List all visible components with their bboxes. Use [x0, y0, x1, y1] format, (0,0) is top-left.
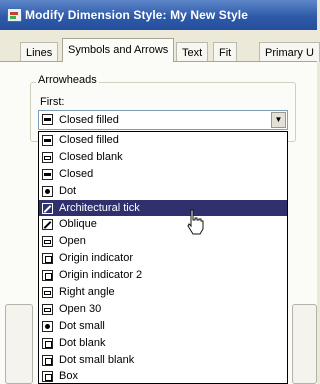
list-item-box[interactable]: Box — [39, 368, 287, 383]
list-item-label: Origin indicator 2 — [59, 269, 143, 282]
list-item-label: Origin indicator — [59, 252, 133, 265]
list-item-oblique[interactable]: Oblique — [39, 216, 287, 233]
list-item-label: Dot small blank — [59, 353, 135, 366]
right-angle-icon — [42, 287, 53, 299]
list-item-right-angle[interactable]: Right angle — [39, 284, 287, 301]
list-item-origin-indicator-2[interactable]: Origin indicator 2 — [39, 267, 287, 284]
open-30-icon — [42, 303, 53, 315]
open-icon — [42, 236, 53, 248]
closed-blank-icon — [42, 151, 53, 163]
first-arrowhead-select[interactable]: Closed filled ▼ — [38, 110, 288, 130]
list-item-label: Box — [59, 370, 78, 383]
hand-pointer-cursor-icon — [187, 209, 204, 235]
closed-filled-icon — [42, 135, 53, 146]
tab-fit[interactable]: Fit — [213, 42, 238, 62]
list-item-dot-small-blank[interactable]: Dot small blank — [39, 352, 287, 369]
list-item-label: Open — [59, 235, 86, 248]
list-item-architectural-tick[interactable]: Architectural tick — [39, 199, 287, 217]
list-item-label: Closed — [59, 167, 94, 180]
list-item-label: Dot small — [59, 319, 105, 332]
list-item-label: Dot blank — [59, 336, 106, 349]
list-item-open[interactable]: Open — [39, 233, 287, 250]
list-item-dot-blank[interactable]: Dot blank — [39, 335, 287, 352]
list-item-label: Closed blank — [59, 150, 123, 163]
closed-icon — [42, 168, 53, 180]
box-icon — [42, 371, 53, 383]
list-item-label: Open 30 — [59, 302, 102, 315]
arrowhead-dropdown-list: Closed filled Closed blank Closed Dot Ar… — [38, 131, 288, 384]
first-arrowhead-label: First: — [40, 96, 65, 108]
background-group-box-left — [5, 304, 33, 384]
oblique-icon — [42, 219, 53, 231]
list-item-label: Architectural tick — [59, 201, 140, 214]
list-item-closed-blank[interactable]: Closed blank — [39, 149, 287, 166]
architectural-tick-icon — [42, 202, 53, 214]
dimension-style-icon — [7, 8, 22, 22]
dot-small-icon — [42, 320, 53, 332]
tab-symbols-and-arrows[interactable]: Symbols and Arrows — [62, 38, 175, 62]
origin-indicator-2-icon — [42, 270, 53, 282]
list-item-dot-small[interactable]: Dot small — [39, 318, 287, 335]
list-item-label: Oblique — [59, 218, 97, 231]
list-item-dot[interactable]: Dot — [39, 183, 287, 200]
list-item-origin-indicator[interactable]: Origin indicator — [39, 250, 287, 267]
dot-blank-icon — [42, 337, 53, 349]
dot-small-blank-icon — [42, 354, 53, 366]
list-item-closed[interactable]: Closed — [39, 166, 287, 183]
list-item-label: Closed filled — [59, 134, 119, 146]
chevron-down-icon[interactable]: ▼ — [271, 112, 286, 128]
tab-primary-units[interactable]: Primary U — [259, 42, 320, 62]
window-title: Modify Dimension Style: My New Style — [25, 8, 248, 22]
dot-icon — [42, 185, 53, 197]
arrowheads-group-label: Arrowheads — [36, 74, 99, 86]
closed-filled-icon — [42, 114, 53, 125]
list-item-open-30[interactable]: Open 30 — [39, 301, 287, 318]
list-item-label: Dot — [59, 184, 77, 197]
title-bar: Modify Dimension Style: My New Style — [0, 0, 317, 30]
tab-lines[interactable]: Lines — [20, 42, 59, 62]
tab-strip: Lines Symbols and Arrows Text Fit Primar… — [0, 38, 320, 62]
background-group-box-right — [292, 304, 317, 384]
origin-indicator-icon — [42, 253, 53, 265]
list-item-label: Right angle — [59, 286, 115, 299]
first-arrowhead-selected-value: Closed filled — [59, 114, 119, 126]
tab-text[interactable]: Text — [176, 42, 209, 62]
list-item-closed-filled[interactable]: Closed filled — [39, 132, 287, 149]
